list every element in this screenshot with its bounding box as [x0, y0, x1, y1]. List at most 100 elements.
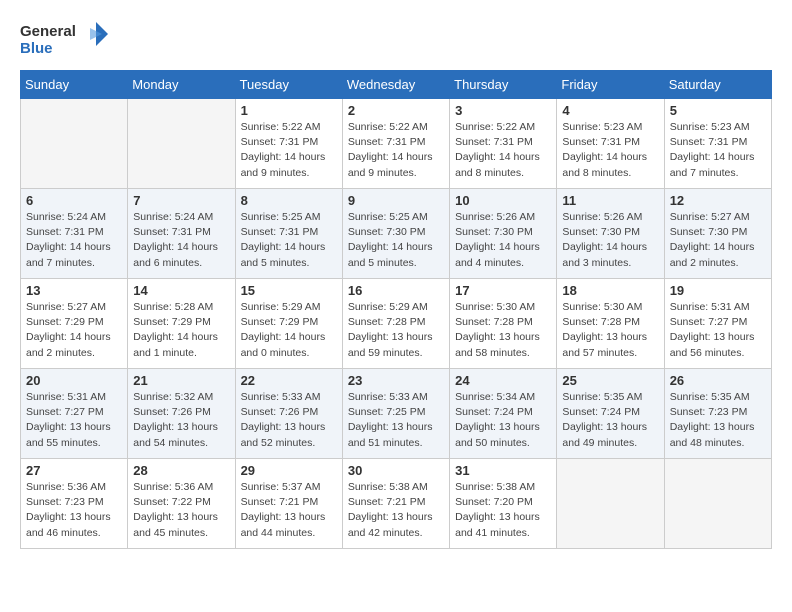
calendar-cell: 15 Sunrise: 5:29 AMSunset: 7:29 PMDayligh…: [235, 279, 342, 369]
day-info: Sunrise: 5:25 AMSunset: 7:30 PMDaylight:…: [348, 210, 444, 271]
calendar-cell: 3 Sunrise: 5:22 AMSunset: 7:31 PMDaylight…: [450, 99, 557, 189]
calendar-cell: [557, 459, 664, 549]
day-info: Sunrise: 5:31 AMSunset: 7:27 PMDaylight:…: [26, 390, 122, 451]
weekday-header-sunday: Sunday: [21, 71, 128, 99]
weekday-header-tuesday: Tuesday: [235, 71, 342, 99]
day-number: 25: [562, 373, 658, 388]
day-info: Sunrise: 5:36 AMSunset: 7:22 PMDaylight:…: [133, 480, 229, 541]
calendar-cell: [664, 459, 771, 549]
calendar-week-row: 1Sunrise: 5:22 AMSunset: 7:31 PMDaylight…: [21, 99, 772, 189]
calendar-cell: 14Sunrise: 5:28 AMSunset: 7:29 PMDayligh…: [128, 279, 235, 369]
calendar-week-row: 13 Sunrise: 5:27 AMSunset: 7:29 PMDayligh…: [21, 279, 772, 369]
calendar-week-row: 6 Sunrise: 5:24 AMSunset: 7:31 PMDaylight…: [21, 189, 772, 279]
calendar-cell: 28 Sunrise: 5:36 AMSunset: 7:22 PMDayligh…: [128, 459, 235, 549]
day-info: Sunrise: 5:34 AMSunset: 7:24 PMDaylight:…: [455, 390, 551, 451]
day-info: Sunrise: 5:22 AMSunset: 7:31 PMDaylight:…: [348, 120, 444, 181]
day-info: Sunrise: 5:23 AMSunset: 7:31 PMDaylight:…: [670, 120, 766, 181]
calendar-week-row: 27 Sunrise: 5:36 AMSunset: 7:23 PMDayligh…: [21, 459, 772, 549]
day-number: 3: [455, 103, 551, 118]
day-number: 28: [133, 463, 229, 478]
calendar-cell: 22 Sunrise: 5:33 AMSunset: 7:26 PMDayligh…: [235, 369, 342, 459]
calendar-cell: 18 Sunrise: 5:30 AMSunset: 7:28 PMDayligh…: [557, 279, 664, 369]
svg-text:General: General: [20, 23, 76, 40]
day-info: Sunrise: 5:31 AMSunset: 7:27 PMDaylight:…: [670, 300, 766, 361]
calendar-cell: 9Sunrise: 5:25 AMSunset: 7:30 PMDaylight…: [342, 189, 449, 279]
day-number: 30: [348, 463, 444, 478]
day-info: Sunrise: 5:35 AMSunset: 7:24 PMDaylight:…: [562, 390, 658, 451]
weekday-header-saturday: Saturday: [664, 71, 771, 99]
day-number: 2: [348, 103, 444, 118]
day-number: 4: [562, 103, 658, 118]
day-number: 12: [670, 193, 766, 208]
day-number: 23: [348, 373, 444, 388]
day-info: Sunrise: 5:24 AMSunset: 7:31 PMDaylight:…: [26, 210, 122, 271]
day-info: Sunrise: 5:22 AMSunset: 7:31 PMDaylight:…: [455, 120, 551, 181]
calendar-cell: 20 Sunrise: 5:31 AMSunset: 7:27 PMDayligh…: [21, 369, 128, 459]
day-number: 29: [241, 463, 337, 478]
weekday-header-wednesday: Wednesday: [342, 71, 449, 99]
day-number: 8: [241, 193, 337, 208]
day-number: 15: [241, 283, 337, 298]
weekday-header-thursday: Thursday: [450, 71, 557, 99]
day-info: Sunrise: 5:25 AMSunset: 7:31 PMDaylight:…: [241, 210, 337, 271]
calendar-cell: [21, 99, 128, 189]
day-info: Sunrise: 5:22 AMSunset: 7:31 PMDaylight:…: [241, 120, 337, 181]
day-number: 20: [26, 373, 122, 388]
day-number: 22: [241, 373, 337, 388]
day-number: 16: [348, 283, 444, 298]
calendar-cell: 2 Sunrise: 5:22 AMSunset: 7:31 PMDaylight…: [342, 99, 449, 189]
day-number: 21: [133, 373, 229, 388]
day-info: Sunrise: 5:29 AMSunset: 7:28 PMDaylight:…: [348, 300, 444, 361]
calendar-cell: 27 Sunrise: 5:36 AMSunset: 7:23 PMDayligh…: [21, 459, 128, 549]
calendar-week-row: 20 Sunrise: 5:31 AMSunset: 7:27 PMDayligh…: [21, 369, 772, 459]
day-info: Sunrise: 5:36 AMSunset: 7:23 PMDaylight:…: [26, 480, 122, 541]
calendar-cell: 4 Sunrise: 5:23 AMSunset: 7:31 PMDaylight…: [557, 99, 664, 189]
day-info: Sunrise: 5:30 AMSunset: 7:28 PMDaylight:…: [562, 300, 658, 361]
calendar-cell: 12 Sunrise: 5:27 AMSunset: 7:30 PMDayligh…: [664, 189, 771, 279]
day-number: 31: [455, 463, 551, 478]
calendar-cell: 8 Sunrise: 5:25 AMSunset: 7:31 PMDaylight…: [235, 189, 342, 279]
calendar-cell: 6 Sunrise: 5:24 AMSunset: 7:31 PMDaylight…: [21, 189, 128, 279]
day-info: Sunrise: 5:24 AMSunset: 7:31 PMDaylight:…: [133, 210, 229, 271]
calendar-cell: 1Sunrise: 5:22 AMSunset: 7:31 PMDaylight…: [235, 99, 342, 189]
day-number: 6: [26, 193, 122, 208]
calendar-cell: [128, 99, 235, 189]
calendar-cell: 5 Sunrise: 5:23 AMSunset: 7:31 PMDaylight…: [664, 99, 771, 189]
day-info: Sunrise: 5:33 AMSunset: 7:26 PMDaylight:…: [241, 390, 337, 451]
day-info: Sunrise: 5:26 AMSunset: 7:30 PMDaylight:…: [455, 210, 551, 271]
day-number: 10: [455, 193, 551, 208]
day-info: Sunrise: 5:38 AMSunset: 7:21 PMDaylight:…: [348, 480, 444, 541]
day-info: Sunrise: 5:30 AMSunset: 7:28 PMDaylight:…: [455, 300, 551, 361]
day-number: 27: [26, 463, 122, 478]
day-number: 17: [455, 283, 551, 298]
weekday-header-friday: Friday: [557, 71, 664, 99]
day-info: Sunrise: 5:27 AMSunset: 7:29 PMDaylight:…: [26, 300, 122, 361]
day-number: 18: [562, 283, 658, 298]
day-number: 19: [670, 283, 766, 298]
calendar-cell: 19 Sunrise: 5:31 AMSunset: 7:27 PMDayligh…: [664, 279, 771, 369]
calendar-cell: 11 Sunrise: 5:26 AMSunset: 7:30 PMDayligh…: [557, 189, 664, 279]
calendar-cell: 29 Sunrise: 5:37 AMSunset: 7:21 PMDayligh…: [235, 459, 342, 549]
day-info: Sunrise: 5:26 AMSunset: 7:30 PMDaylight:…: [562, 210, 658, 271]
day-number: 5: [670, 103, 766, 118]
calendar-cell: 31Sunrise: 5:38 AMSunset: 7:20 PMDayligh…: [450, 459, 557, 549]
calendar: SundayMondayTuesdayWednesdayThursdayFrid…: [20, 70, 772, 549]
weekday-header-row: SundayMondayTuesdayWednesdayThursdayFrid…: [21, 71, 772, 99]
day-info: Sunrise: 5:33 AMSunset: 7:25 PMDaylight:…: [348, 390, 444, 451]
day-info: Sunrise: 5:37 AMSunset: 7:21 PMDaylight:…: [241, 480, 337, 541]
day-info: Sunrise: 5:29 AMSunset: 7:29 PMDaylight:…: [241, 300, 337, 361]
day-info: Sunrise: 5:35 AMSunset: 7:23 PMDaylight:…: [670, 390, 766, 451]
day-number: 11: [562, 193, 658, 208]
calendar-cell: 16 Sunrise: 5:29 AMSunset: 7:28 PMDayligh…: [342, 279, 449, 369]
day-info: Sunrise: 5:23 AMSunset: 7:31 PMDaylight:…: [562, 120, 658, 181]
day-info: Sunrise: 5:28 AMSunset: 7:29 PMDaylight:…: [133, 300, 229, 361]
calendar-cell: 24 Sunrise: 5:34 AMSunset: 7:24 PMDayligh…: [450, 369, 557, 459]
calendar-cell: 21Sunrise: 5:32 AMSunset: 7:26 PMDayligh…: [128, 369, 235, 459]
day-info: Sunrise: 5:27 AMSunset: 7:30 PMDaylight:…: [670, 210, 766, 271]
calendar-cell: 23 Sunrise: 5:33 AMSunset: 7:25 PMDayligh…: [342, 369, 449, 459]
logo: General Blue: [20, 20, 110, 60]
weekday-header-monday: Monday: [128, 71, 235, 99]
day-number: 24: [455, 373, 551, 388]
calendar-cell: 7Sunrise: 5:24 AMSunset: 7:31 PMDaylight…: [128, 189, 235, 279]
day-number: 13: [26, 283, 122, 298]
